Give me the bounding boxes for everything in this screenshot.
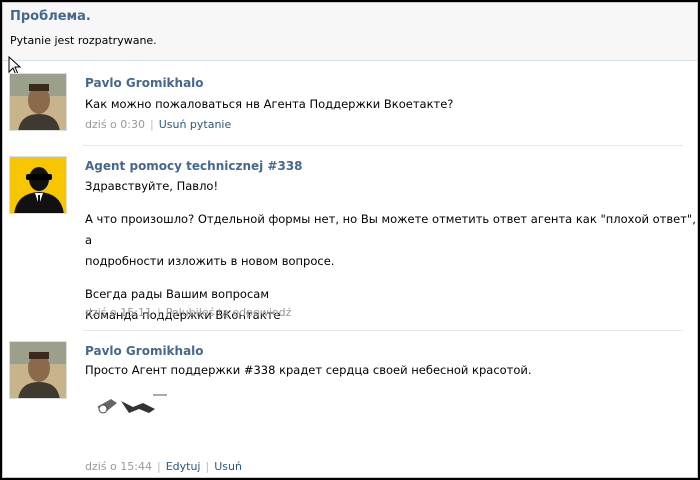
delete-link[interactable]: Usuń	[214, 460, 242, 473]
problem-title: Проблема.	[10, 9, 91, 24]
agent-silhouette-icon	[10, 157, 66, 213]
divider	[83, 330, 683, 331]
agent-avatar[interactable]	[9, 156, 67, 214]
post-text-line: подробности изложить в новом вопросе.	[85, 254, 335, 268]
divider	[83, 145, 683, 146]
post-text-line	[85, 272, 697, 284]
image-attachment[interactable]	[93, 385, 173, 425]
problem-header: Проблема. Pytanie jest rozpatrywane.	[3, 3, 697, 61]
problem-status: Pytanie jest rozpatrywane.	[10, 34, 157, 47]
post-author[interactable]: Pavlo Gromikhalo	[85, 344, 204, 358]
avatar[interactable]	[9, 341, 67, 399]
post-time[interactable]: dziś o 15:11	[85, 306, 152, 319]
liked-answer-status: Polubiłeś tą odpowiedź	[165, 306, 292, 319]
post-meta: dziś o 15:11 | Polubiłeś tą odpowiedź	[85, 306, 292, 319]
post-text: Здравствуйте, Павло! А что произошло? От…	[85, 176, 697, 326]
post-meta: dziś o 15:44 | Edytuj | Usuń	[85, 460, 242, 473]
post-text-line	[85, 197, 697, 209]
post-text-line: Здравствуйте, Павло!	[85, 179, 219, 193]
delete-question-link[interactable]: Usuń pytanie	[159, 118, 232, 131]
avatar[interactable]	[9, 73, 67, 131]
post-text-line: Всегда рады Вашим вопросам	[85, 287, 269, 301]
support-ticket-window: Проблема. Pytanie jest rozpatrywane. Pav…	[2, 2, 698, 478]
post-text-line: Как можно пожаловаться нв Агента Поддерж…	[85, 97, 454, 111]
post-meta: dziś o 0:30 | Usuń pytanie	[85, 118, 232, 131]
post-time[interactable]: dziś o 0:30	[85, 118, 145, 131]
post-time[interactable]: dziś o 15:44	[85, 460, 152, 473]
post-author[interactable]: Agent pomocy technicznej #338	[85, 159, 303, 173]
edit-link[interactable]: Edytuj	[166, 460, 201, 473]
post-text-line: Просто Агент поддержки #338 крадет сердц…	[85, 363, 532, 377]
post-text-line: А что произошло? Отдельной формы нет, но…	[85, 212, 696, 247]
post-text: Как можно пожаловаться нв Агента Поддерж…	[85, 94, 453, 115]
post-author[interactable]: Pavlo Gromikhalo	[85, 76, 204, 90]
post-text: Просто Агент поддержки #338 крадет сердц…	[85, 360, 532, 381]
